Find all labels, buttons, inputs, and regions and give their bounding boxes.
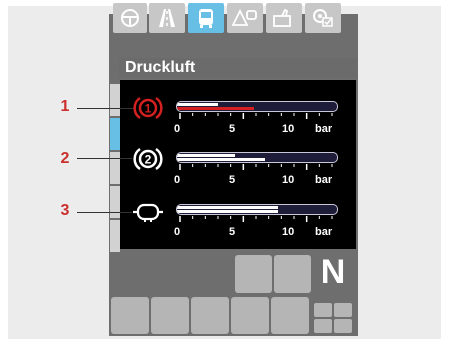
settings-check-icon [313, 9, 333, 27]
mini-box-4 [334, 319, 352, 333]
circuit-1-scale-unit: bar [315, 123, 333, 135]
circuit-1-scale-min: 0 [174, 123, 181, 135]
side-tab-3[interactable] [110, 152, 120, 184]
circuit-2-ticks [179, 164, 333, 170]
mini-box-3 [314, 319, 332, 333]
side-tab-4[interactable] [110, 186, 120, 218]
tab-steering[interactable] [113, 3, 147, 33]
tab-messages[interactable] [227, 3, 263, 33]
circuit-2-label: 2 [145, 153, 152, 167]
tab-vehicle[interactable] [188, 3, 224, 33]
side-tab-1[interactable] [110, 84, 120, 116]
warning-message-icon [232, 8, 257, 26]
callout-line-1 [77, 108, 135, 109]
circuit-3-scale-min: 0 [174, 226, 181, 238]
tab-settings[interactable] [305, 3, 341, 33]
status-box-2 [274, 255, 311, 293]
circuit-2-scale-mid: 5 [229, 174, 236, 186]
callout-3: 3 [60, 202, 70, 219]
circuit-3-bar [176, 204, 338, 215]
gear-indicator: N [320, 253, 346, 291]
status-box-1 [235, 255, 272, 293]
tab-road[interactable] [149, 3, 185, 33]
mini-box-1 [314, 303, 332, 317]
circuit-2-scale-min: 0 [174, 174, 181, 186]
circuit-2-scale-unit: bar [315, 174, 333, 186]
road-icon [159, 9, 175, 27]
circuit-2-scale-max: 10 [282, 174, 295, 186]
circuit-1-scale-max: 10 [282, 123, 295, 135]
circuit-3-scale-unit: bar [315, 226, 333, 238]
circuit-3-scale-max: 10 [282, 226, 295, 238]
tab-rating[interactable] [266, 3, 302, 33]
circuit-1-ticks [179, 113, 333, 119]
bottom-box-5 [271, 297, 309, 334]
circuit-2-bar-upper [177, 154, 235, 157]
callout-1: 1 [60, 98, 70, 115]
circuit-3-bar-upper [177, 206, 278, 209]
bus-icon [199, 9, 213, 28]
callout-line-2 [77, 158, 132, 159]
steering-wheel-icon [121, 9, 139, 27]
circuit-3-bar-fill [177, 210, 278, 213]
side-tab-2[interactable] [110, 118, 120, 150]
air-supply-icon [133, 203, 163, 222]
thumbs-up-icon [273, 8, 291, 27]
bottom-box-3 [191, 297, 229, 334]
circuit-3-scale-mid: 5 [229, 226, 236, 238]
circuit-2-bar [176, 152, 338, 163]
callout-2: 2 [60, 150, 70, 167]
circuit-1-bar-fill [177, 107, 254, 110]
bottom-box-2 [151, 297, 189, 334]
callout-line-3 [77, 212, 132, 213]
brake-circuit-2-icon: 2 [133, 147, 163, 171]
bottom-box-4 [231, 297, 269, 334]
circuit-1-bar-upper [177, 103, 218, 106]
brake-circuit-1-icon: 1 [133, 96, 163, 120]
circuit-1-bar [176, 101, 338, 112]
side-tab-5[interactable] [110, 220, 120, 252]
bottom-box-1 [111, 297, 149, 334]
circuit-2-bar-fill [177, 158, 265, 161]
circuit-1-scale-mid: 5 [229, 123, 236, 135]
mini-box-2 [334, 303, 352, 317]
circuit-3-ticks [179, 216, 333, 222]
circuit-1-label: 1 [145, 102, 152, 116]
page-title: Druckluft [125, 59, 196, 76]
